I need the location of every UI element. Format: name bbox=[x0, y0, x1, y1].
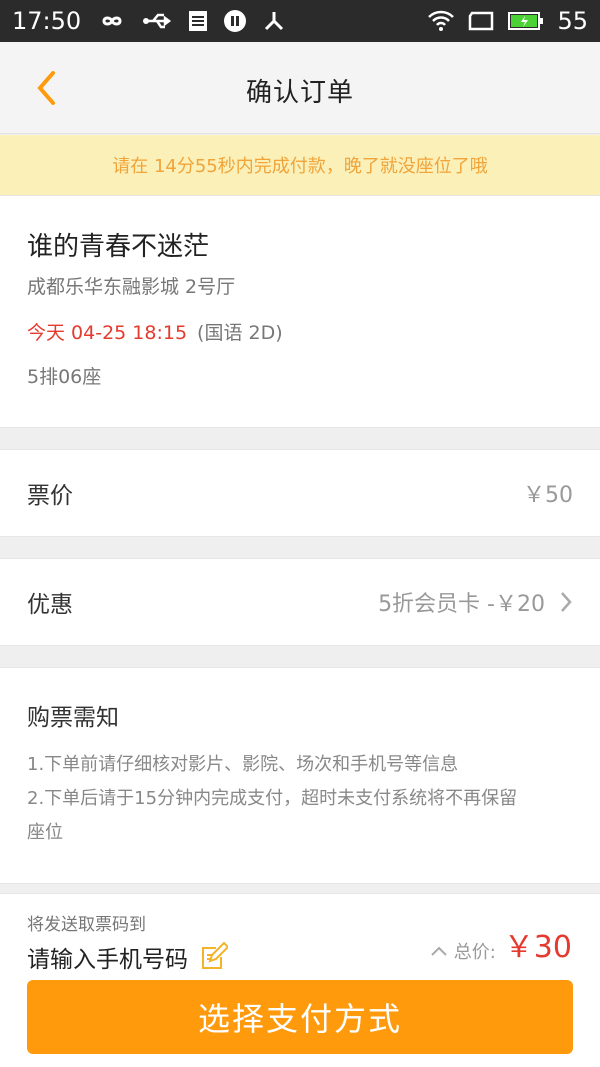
checkout-bar: 将发送取票码到 请输入手机号码 总价: ￥30 选择支付方式 bbox=[0, 893, 600, 1067]
ticket-price-value: ￥50 bbox=[523, 483, 573, 508]
total-amount: ￥30 bbox=[503, 930, 572, 965]
ticket-price-label: 票价 bbox=[27, 483, 73, 509]
page-title: 确认订单 bbox=[245, 78, 354, 108]
ticket-price-row: 票价 ￥50 bbox=[0, 449, 600, 537]
chevron-right-icon bbox=[561, 592, 572, 612]
purchase-note-line: 座位 bbox=[27, 822, 63, 843]
purchase-notes-title: 购票需知 bbox=[27, 705, 119, 731]
seat-info: 5排06座 bbox=[27, 366, 102, 388]
purchase-notes-card: 购票需知 1.下单前请仔细核对影片、影院、场次和手机号等信息 2.下单后请于15… bbox=[0, 667, 600, 884]
usb-icon bbox=[143, 11, 173, 31]
battery-level: 55 bbox=[557, 7, 588, 35]
phone-number-input[interactable]: 请输入手机号码 bbox=[27, 940, 228, 974]
showtime-date: 今天 04-25 18:15 bbox=[27, 322, 188, 344]
wifi-icon bbox=[427, 10, 455, 32]
screen-icon bbox=[467, 10, 495, 32]
battery-icon bbox=[507, 10, 545, 32]
discount-label: 优惠 bbox=[27, 592, 73, 618]
cinema-hall: 成都乐华东融影城 2号厅 bbox=[27, 276, 236, 298]
select-payment-button[interactable]: 选择支付方式 bbox=[27, 980, 573, 1054]
phone-placeholder: 请输入手机号码 bbox=[27, 947, 188, 973]
document-icon bbox=[187, 9, 209, 33]
payment-countdown-notice: 请在 14分55秒内完成付款，晚了就没座位了哦 bbox=[0, 135, 600, 195]
app-header: 确认订单 bbox=[0, 42, 600, 134]
purchase-note-line: 2.下单后请于15分钟内完成支付，超时未支付系统将不再保留 bbox=[27, 788, 518, 809]
showtime: 今天 04-25 18:15 (国语 2D) bbox=[27, 318, 283, 345]
total-price[interactable]: 总价: ￥30 bbox=[430, 922, 572, 966]
pause-icon bbox=[223, 9, 247, 33]
discount-row[interactable]: 优惠 5折会员卡 -￥20 bbox=[0, 558, 600, 646]
discount-value: 5折会员卡 -￥20 bbox=[378, 592, 545, 617]
total-label: 总价: bbox=[453, 942, 496, 963]
showtime-format: (国语 2D) bbox=[197, 322, 283, 344]
edit-icon bbox=[202, 941, 228, 969]
chevron-up-icon bbox=[431, 946, 447, 956]
send-code-text: 将发送取票码到 bbox=[27, 915, 146, 935]
status-time: 17:50 bbox=[12, 7, 82, 35]
share-icon bbox=[261, 9, 287, 33]
purchase-note-line: 1.下单前请仔细核对影片、影院、场次和手机号等信息 bbox=[27, 754, 459, 775]
status-bar: 17:50 55 bbox=[0, 0, 600, 42]
movie-title: 谁的青春不迷茫 bbox=[27, 232, 210, 262]
infinity-icon bbox=[95, 11, 129, 31]
movie-info-card: 谁的青春不迷茫 成都乐华东融影城 2号厅 今天 04-25 18:15 (国语 2… bbox=[0, 195, 600, 428]
